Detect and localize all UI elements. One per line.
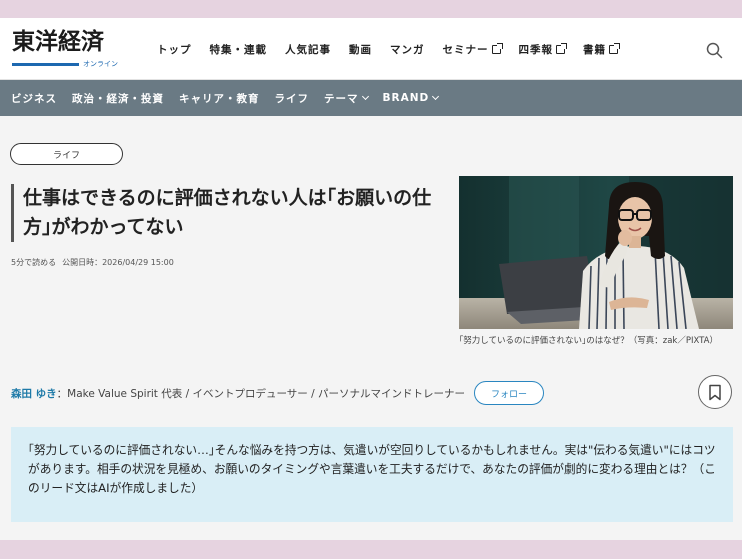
logo-text: 東洋経済 [12, 28, 104, 55]
category-nav: ビジネス 政治・経済・投資 キャリア・教育 ライフ テーマ BRAND [0, 80, 742, 116]
category-tag[interactable]: ライフ [10, 143, 123, 165]
article-page: 東洋経済 オンライン トップ 特集・連載 人気記事 動画 マンガ セミナー 四季… [0, 18, 742, 540]
subnav-item-career[interactable]: キャリア・教育 [179, 91, 260, 106]
read-time: 5分で読める [11, 258, 57, 267]
author-line: 森田 ゆき ：Make Value Spirit 代表 / イベントプロデューサ… [11, 381, 544, 405]
nav-item-features[interactable]: 特集・連載 [210, 42, 268, 57]
nav-item-popular[interactable]: 人気記事 [285, 42, 331, 57]
logo-subtitle: オンライン [12, 59, 118, 69]
main-nav: トップ 特集・連載 人気記事 動画 マンガ セミナー 四季報 書籍 [157, 42, 636, 57]
external-link-icon [491, 43, 503, 54]
subnav-item-theme[interactable]: テーマ [324, 91, 369, 106]
image-caption: ｢努力しているのに評価されない｣のはなぜ？（写真：zak／PIXTA） [459, 336, 718, 346]
subnav-item-business[interactable]: ビジネス [11, 91, 57, 106]
published-date: 2026/04/29 15:00 [102, 258, 174, 267]
search-icon[interactable] [706, 42, 723, 59]
chevron-down-icon [361, 92, 369, 101]
external-link-icon [556, 43, 567, 54]
nav-item-books[interactable]: 書籍 [583, 42, 620, 57]
lead-summary: ｢努力しているのに評価されない…｣そんな悩みを持つ方は、気遣いが空回りしているか… [11, 427, 733, 522]
nav-item-video[interactable]: 動画 [349, 42, 372, 57]
site-logo[interactable]: 東洋経済 オンライン [12, 29, 132, 73]
follow-button[interactable]: フォロー [473, 381, 544, 405]
hero-image [459, 176, 733, 329]
site-header: 東洋経済 オンライン トップ 特集・連載 人気記事 動画 マンガ セミナー 四季… [0, 18, 742, 80]
nav-item-seminar[interactable]: セミナー [443, 42, 503, 57]
subnav-item-politics[interactable]: 政治・経済・投資 [72, 91, 164, 106]
subnav-item-life[interactable]: ライフ [275, 91, 310, 106]
nav-item-manga[interactable]: マンガ [390, 42, 425, 57]
nav-item-shikiho[interactable]: 四季報 [519, 42, 567, 57]
article-title-block: 仕事はできるのに評価されない人は｢お願いの仕方｣がわかってない [11, 184, 441, 242]
bookmark-icon [709, 384, 721, 400]
article-title: 仕事はできるのに評価されない人は｢お願いの仕方｣がわかってない [23, 187, 432, 238]
author-description: ：Make Value Spirit 代表 / イベントプロデューサー / パー… [56, 387, 465, 400]
subnav-item-brand[interactable]: BRAND [383, 92, 440, 104]
nav-item-top[interactable]: トップ [157, 42, 192, 57]
article-meta: 5分で読める 公開日時：2026/04/29 15:00 [11, 257, 180, 268]
bookmark-button[interactable] [698, 375, 732, 409]
external-link-icon [609, 43, 620, 54]
chevron-down-icon [432, 92, 440, 101]
published-label: 公開日時： [62, 258, 103, 267]
author-name[interactable]: 森田 ゆき [11, 386, 57, 401]
